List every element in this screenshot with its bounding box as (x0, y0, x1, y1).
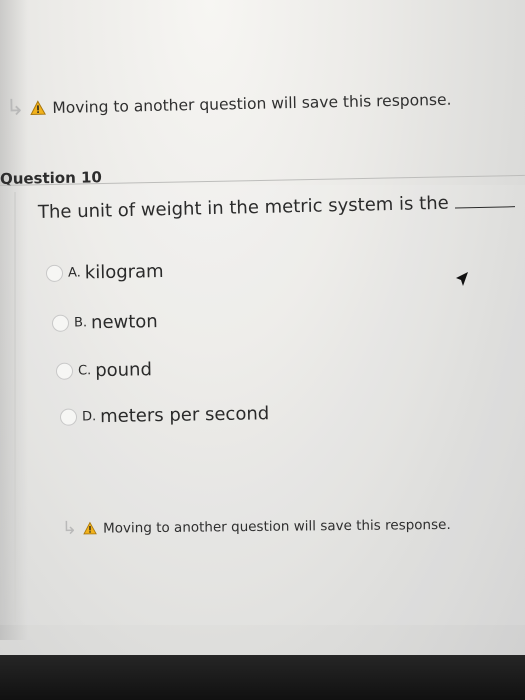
return-arrow-icon: ↳ (61, 517, 78, 539)
option-letter: B. (73, 315, 88, 331)
option-d[interactable]: D. meters per second (59, 403, 270, 428)
option-letter: A. (67, 265, 81, 281)
mouse-pointer-icon (456, 272, 468, 286)
option-letter: D. (81, 409, 97, 425)
warning-triangle-icon (83, 521, 97, 535)
radio-button[interactable] (59, 408, 78, 426)
save-notice-text: Moving to another question will save thi… (103, 516, 451, 537)
radio-button[interactable] (45, 264, 64, 283)
answer-blank (454, 206, 515, 209)
option-letter: C. (77, 363, 92, 379)
warning-triangle-icon (30, 100, 47, 115)
radio-button[interactable] (55, 362, 74, 380)
monitor-bezel (0, 655, 525, 700)
return-arrow-icon: ↳ (5, 95, 25, 121)
save-notice-bottom: ↳ Moving to another question will save t… (62, 514, 451, 539)
option-c[interactable]: C. pound (55, 359, 153, 382)
option-a[interactable]: A. kilogram (45, 260, 164, 284)
save-notice-text: Moving to another question will save thi… (52, 90, 452, 117)
panel-left-border (14, 192, 16, 622)
option-label: kilogram (84, 260, 164, 284)
option-label: pound (95, 359, 153, 382)
option-label: newton (90, 311, 158, 334)
option-b[interactable]: B. newton (51, 311, 158, 334)
radio-button[interactable] (51, 314, 70, 332)
option-label: meters per second (99, 403, 270, 428)
